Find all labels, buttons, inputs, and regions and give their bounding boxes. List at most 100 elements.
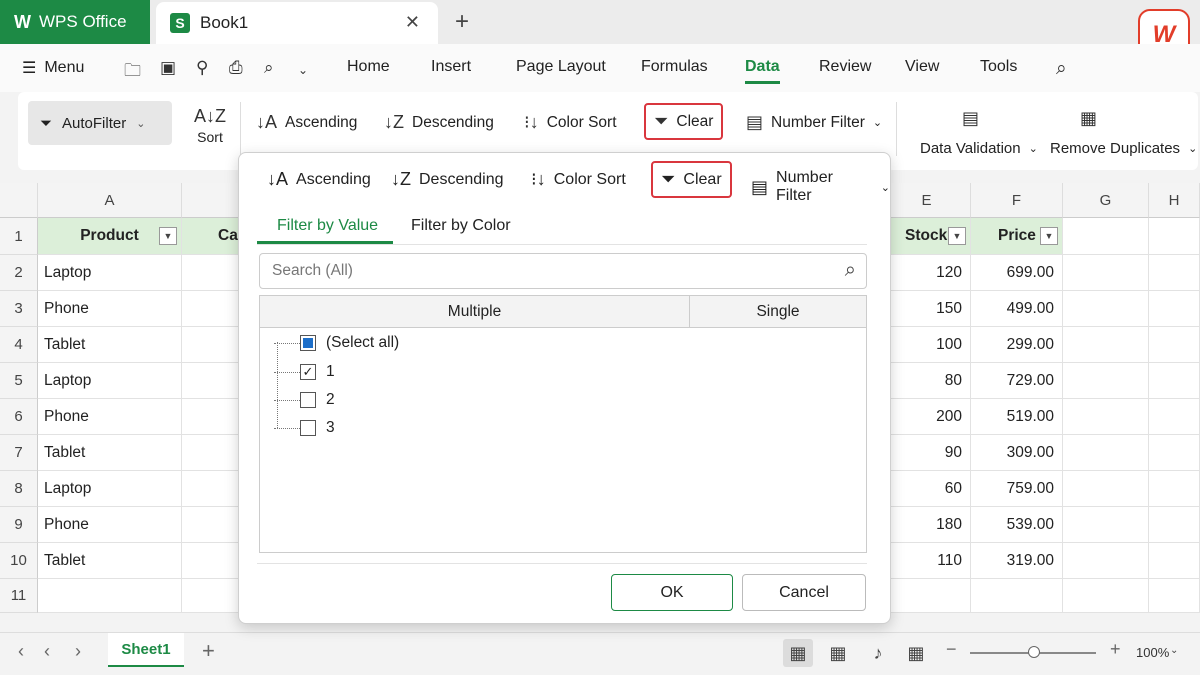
popup-descending-button[interactable]: ↓Z Descending [391,169,504,190]
cell-product[interactable]: Laptop [38,255,182,291]
row-header[interactable]: 8 [0,471,38,507]
cell[interactable] [1063,255,1149,291]
cell-stock[interactable]: 60 [883,471,971,507]
print-icon[interactable]: ⎙ [229,58,243,78]
row-header[interactable]: 4 [0,327,38,363]
cell-stock[interactable]: 180 [883,507,971,543]
column-header-a[interactable]: A [38,183,182,218]
cell-price[interactable]: 299.00 [971,327,1063,363]
cell-product[interactable]: Tablet [38,327,182,363]
cell-stock[interactable]: 200 [883,399,971,435]
cell-product[interactable]: Phone [38,291,182,327]
tab-home[interactable]: Home [347,58,390,76]
add-sheet-icon[interactable]: + [202,638,215,664]
cell[interactable] [182,327,242,363]
checkbox[interactable]: ✓ [300,364,316,380]
header-cell-category[interactable]: Ca [182,218,242,255]
cell[interactable] [1149,255,1200,291]
cell[interactable] [182,471,242,507]
checkbox[interactable] [300,392,316,408]
zoom-out-icon[interactable]: − [946,639,957,660]
cell[interactable] [1063,579,1149,613]
cell-price[interactable]: 759.00 [971,471,1063,507]
row-header[interactable]: 3 [0,291,38,327]
cell[interactable] [1063,543,1149,579]
tab-view[interactable]: View [905,58,939,76]
cell-product[interactable]: Laptop [38,363,182,399]
cell[interactable] [182,543,242,579]
cell[interactable] [182,579,242,613]
cell[interactable] [1149,435,1200,471]
tab-filter-by-color[interactable]: Filter by Color [411,217,511,235]
open-folder-icon[interactable]: 🗀 [124,58,141,87]
zoom-slider-handle[interactable] [1028,646,1040,658]
normal-view-icon[interactable]: ▦ [783,639,813,667]
header-cell-price[interactable]: Price ▼ [971,218,1063,255]
cell[interactable] [182,507,242,543]
header-cell-stock[interactable]: Stock ▼ [883,218,971,255]
row-header[interactable]: 10 [0,543,38,579]
page-layout-view-icon[interactable]: ♪ [863,639,893,667]
cell[interactable] [182,291,242,327]
filter-dropdown-icon[interactable]: ▼ [1040,227,1058,245]
menu-button[interactable]: ☰ Menu [22,58,84,78]
cell[interactable] [1063,399,1149,435]
row-header[interactable]: 9 [0,507,38,543]
cell-price[interactable]: 699.00 [971,255,1063,291]
cell-stock[interactable]: 80 [883,363,971,399]
list-item[interactable]: 2 [274,391,335,409]
cell-product[interactable]: Tablet [38,543,182,579]
cell[interactable] [1063,471,1149,507]
mode-single[interactable]: Single [690,296,866,328]
cell[interactable] [182,399,242,435]
cell-stock[interactable]: 150 [883,291,971,327]
row-header[interactable]: 5 [0,363,38,399]
column-header-h[interactable]: H [1149,183,1200,218]
cell-price[interactable]: 499.00 [971,291,1063,327]
cell[interactable] [1149,543,1200,579]
sheet-tab[interactable]: Sheet1 [108,633,184,667]
column-header-b[interactable] [182,183,242,218]
cell-product[interactable] [38,579,182,613]
popup-color-sort-button[interactable]: ⁝↓ Color Sort [531,169,626,190]
print-preview-icon[interactable]: ⌕ [264,58,274,78]
remove-duplicates-button[interactable]: Remove Duplicates ⌄ [1050,140,1197,157]
filter-dropdown-icon[interactable]: ▼ [159,227,177,245]
cell-price[interactable]: 539.00 [971,507,1063,543]
color-sort-button[interactable]: ⁝↓ Color Sort [524,112,617,133]
number-filter-button[interactable]: ▤ Number Filter ⌄ [746,112,882,133]
ok-button[interactable]: OK [611,574,733,611]
remove-duplicates-icon[interactable]: ▦ [1080,108,1097,129]
cell-stock[interactable]: 90 [883,435,971,471]
cell[interactable] [1063,218,1149,255]
cell[interactable] [1149,363,1200,399]
cell-product[interactable]: Phone [38,399,182,435]
chevron-down-icon[interactable]: ⌄ [298,63,308,77]
row-header[interactable]: 6 [0,399,38,435]
mode-multiple[interactable]: Multiple [260,296,690,328]
cell-product[interactable]: Phone [38,507,182,543]
cell-stock[interactable]: 120 [883,255,971,291]
save-icon[interactable]: ▣ [160,58,176,78]
descending-button[interactable]: ↓Z Descending [384,112,494,133]
cell[interactable] [1149,327,1200,363]
search-icon[interactable]: ⌕ [1056,58,1067,80]
cell-stock[interactable]: 100 [883,327,971,363]
autofilter-button[interactable]: ⏷ AutoFilter ⌄ [28,101,172,145]
select-all-corner[interactable] [0,183,38,218]
list-item-select-all[interactable]: (Select all) [274,334,399,352]
new-tab-icon[interactable]: + [455,8,469,36]
chevron-down-icon[interactable]: ⌄ [136,117,145,130]
list-item[interactable]: 3 [274,419,335,437]
cell-stock[interactable] [883,579,971,613]
popup-clear-button[interactable]: ⏷ Clear [651,161,732,198]
cancel-button[interactable]: Cancel [742,574,866,611]
chevron-down-icon[interactable]: ⌄ [1170,645,1178,656]
cell[interactable] [1149,507,1200,543]
cell[interactable] [182,435,242,471]
cell-product[interactable]: Laptop [38,471,182,507]
filter-search-input[interactable]: Search (All) ⌕ [259,253,867,289]
next-sheet-icon[interactable]: › [75,641,81,662]
format-painter-icon[interactable]: ⚲ [196,58,208,78]
tab-filter-by-value[interactable]: Filter by Value [277,217,378,235]
